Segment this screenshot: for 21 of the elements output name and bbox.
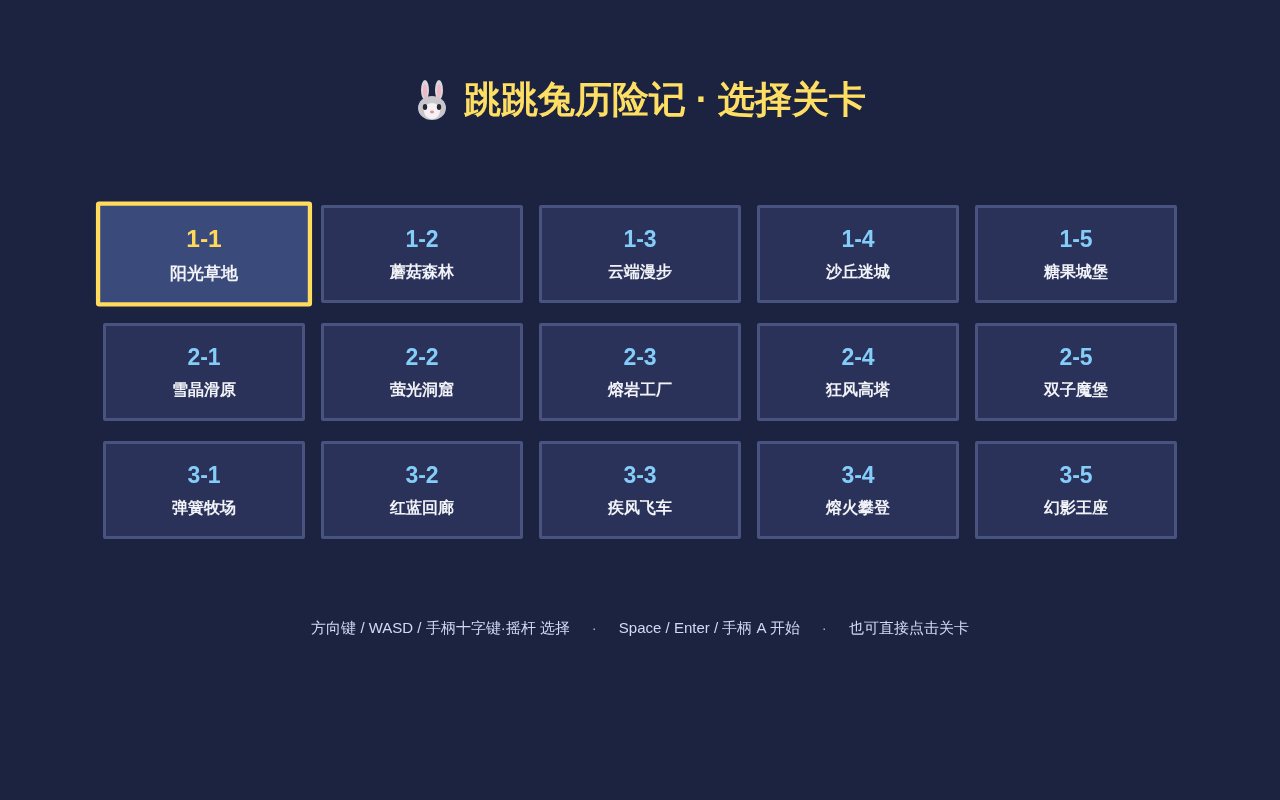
- controls-hint: 也可直接点击关卡: [848, 619, 969, 637]
- page-title: 跳跳兔历险记 · 选择关卡: [463, 78, 867, 122]
- level-card[interactable]: 3-2 红蓝回廊: [321, 441, 523, 539]
- controls-hint: Space / Enter / 手柄 A 开始: [618, 619, 800, 637]
- level-card[interactable]: 3-3 疾风飞车: [539, 441, 741, 539]
- separator-dot: ·: [820, 619, 828, 637]
- level-card[interactable]: 3-1 弹簧牧场: [103, 441, 305, 539]
- level-card[interactable]: 3-5 幻影王座: [975, 441, 1177, 539]
- level-card[interactable]: 2-1 雪晶滑原: [103, 323, 305, 421]
- controls-hint: 方向键 / WASD / 手柄十字键·摇杆 选择: [311, 619, 570, 637]
- separator-dot: ·: [590, 619, 598, 637]
- level-card[interactable]: 1-5 糖果城堡: [975, 205, 1177, 303]
- level-card[interactable]: 1-3 云端漫步: [539, 205, 741, 303]
- level-card[interactable]: 2-2 萤光洞窟: [321, 323, 523, 421]
- level-card[interactable]: 2-4 狂风高塔: [757, 323, 959, 421]
- level-card[interactable]: 3-4 熔火攀登: [757, 441, 959, 539]
- level-card[interactable]: 1-4 沙丘迷城: [757, 205, 959, 303]
- level-card[interactable]: 2-5 双子魔堡: [975, 323, 1177, 421]
- level-card[interactable]: 1-2 蘑菇森林: [321, 205, 523, 303]
- level-card[interactable]: 1-1 阳光草地: [95, 201, 313, 307]
- level-card[interactable]: 2-3 熔岩工厂: [539, 323, 741, 421]
